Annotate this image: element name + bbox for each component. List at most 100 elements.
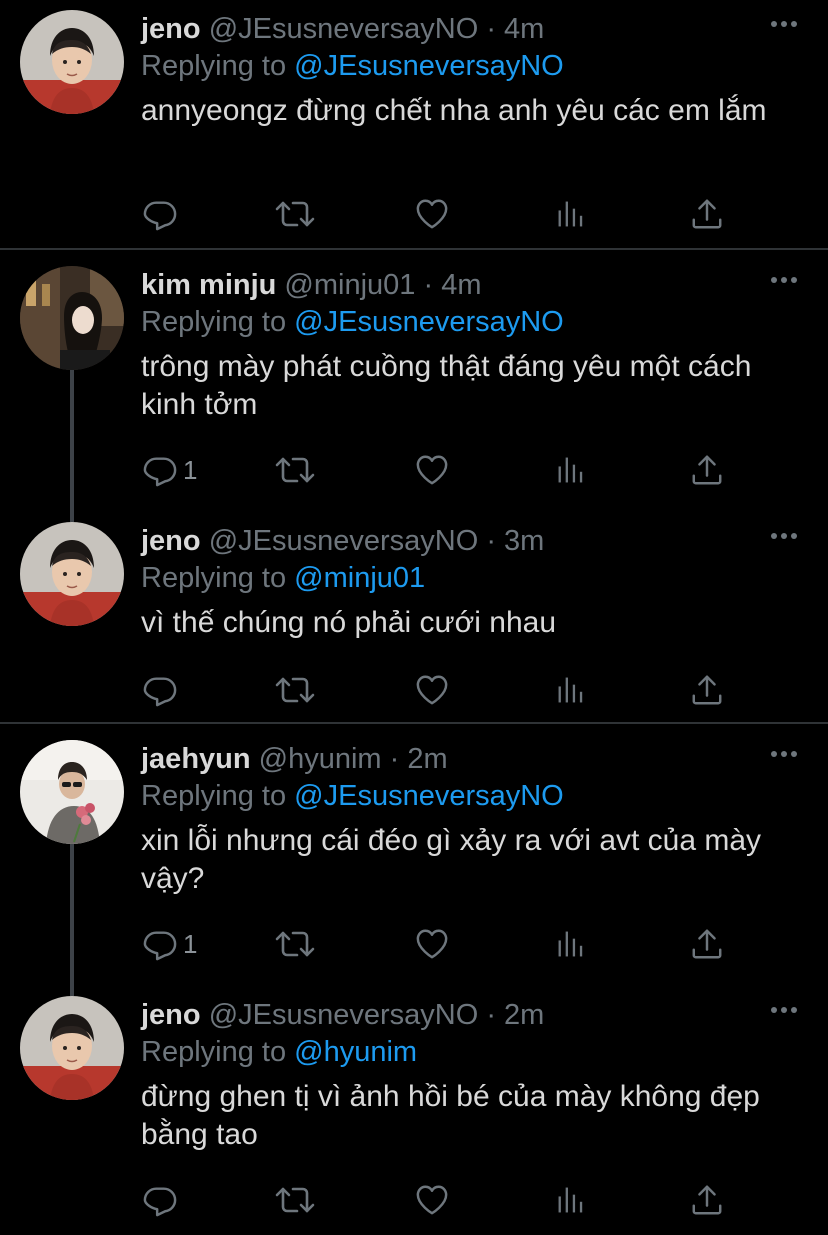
reply-icon: [143, 673, 177, 707]
timestamp[interactable]: · 4m: [486, 13, 544, 45]
reply-button[interactable]: [143, 672, 183, 708]
more-icon[interactable]: [770, 272, 798, 282]
avatar[interactable]: [20, 996, 124, 1100]
heart-icon: [415, 1183, 449, 1217]
heart-icon: [415, 673, 449, 707]
retweet-icon: [275, 672, 315, 708]
tweet-header: kim minju @minju01 · 4m: [141, 268, 768, 302]
analytics-button[interactable]: [555, 1182, 587, 1218]
tweet[interactable]: jeno @JEsusneversayNO · 4m Replying to @…: [0, 0, 828, 248]
timestamp[interactable]: · 2m: [390, 743, 448, 775]
display-name[interactable]: jeno: [141, 525, 201, 557]
handle[interactable]: @hyunim: [259, 743, 382, 775]
reply-icon: [143, 927, 177, 961]
tweet[interactable]: jeno @JEsusneversayNO · 2m Replying to @…: [0, 986, 828, 1235]
more-icon[interactable]: [770, 16, 798, 26]
thread-line: [70, 844, 74, 996]
replying-to: Replying to @JEsusneversayNO: [141, 48, 768, 84]
tweet-header: jeno @JEsusneversayNO · 3m: [141, 524, 768, 558]
replying-to-label: Replying to: [141, 1036, 287, 1068]
avatar[interactable]: [20, 522, 124, 626]
like-button[interactable]: [415, 672, 449, 708]
reply-count: 1: [183, 928, 198, 959]
handle[interactable]: @JEsusneversayNO: [209, 13, 479, 45]
display-name[interactable]: kim minju: [141, 269, 276, 301]
reply-icon: [143, 197, 177, 231]
mention-link[interactable]: @hyunim: [294, 1036, 417, 1068]
timestamp[interactable]: · 4m: [423, 269, 481, 301]
tweet[interactable]: jaehyun @hyunim · 2m Replying to @JEsusn…: [0, 730, 828, 996]
retweet-button[interactable]: [275, 1182, 315, 1218]
tweet-text: vì thế chúng nó phải cưới nhau: [141, 606, 557, 639]
retweet-button[interactable]: [275, 196, 315, 232]
reply-button[interactable]: [143, 1182, 183, 1218]
display-name[interactable]: jaehyun: [141, 743, 251, 775]
analytics-button[interactable]: [555, 672, 587, 708]
tweet-header: jaehyun @hyunim · 2m: [141, 742, 768, 776]
share-icon: [690, 1183, 724, 1217]
reply-button[interactable]: 1: [143, 452, 197, 488]
retweet-icon: [275, 196, 315, 232]
retweet-icon: [275, 452, 315, 488]
share-button[interactable]: [690, 1182, 724, 1218]
tweet[interactable]: kim minju @minju01 · 4m Replying to @JEs…: [0, 256, 828, 522]
reply-button[interactable]: 1: [143, 926, 197, 962]
retweet-button[interactable]: [275, 452, 315, 488]
analytics-icon: [555, 673, 587, 707]
replying-to: Replying to @JEsusneversayNO: [141, 304, 768, 340]
share-button[interactable]: [690, 452, 724, 488]
like-button[interactable]: [415, 452, 449, 488]
avatar[interactable]: [20, 10, 124, 114]
handle[interactable]: @JEsusneversayNO: [209, 525, 479, 557]
heart-icon: [415, 197, 449, 231]
analytics-button[interactable]: [555, 196, 587, 232]
thread-line: [70, 370, 74, 522]
reply-button[interactable]: [143, 196, 183, 232]
timestamp[interactable]: · 3m: [486, 525, 544, 557]
avatar[interactable]: [20, 740, 124, 844]
mention-link[interactable]: @JEsusneversayNO: [294, 50, 564, 82]
analytics-icon: [555, 1183, 587, 1217]
reply-icon: [143, 1183, 177, 1217]
action-bar: 1: [141, 452, 741, 488]
action-bar: [141, 196, 741, 232]
analytics-button[interactable]: [555, 452, 587, 488]
more-icon[interactable]: [770, 528, 798, 538]
analytics-icon: [555, 197, 587, 231]
retweet-button[interactable]: [275, 672, 315, 708]
mention-link[interactable]: @minju01: [294, 562, 425, 594]
share-icon: [690, 927, 724, 961]
handle[interactable]: @JEsusneversayNO: [209, 999, 479, 1031]
reply-count: 1: [183, 454, 198, 485]
avatar[interactable]: [20, 266, 124, 370]
share-icon: [690, 453, 724, 487]
display-name[interactable]: jeno: [141, 13, 201, 45]
tweet[interactable]: jeno @JEsusneversayNO · 3m Replying to @…: [0, 512, 828, 722]
mention-link[interactable]: @JEsusneversayNO: [294, 306, 564, 338]
like-button[interactable]: [415, 196, 449, 232]
share-button[interactable]: [690, 672, 724, 708]
display-name[interactable]: jeno: [141, 999, 201, 1031]
retweet-icon: [275, 1182, 315, 1218]
mention-link[interactable]: @JEsusneversayNO: [294, 780, 564, 812]
handle[interactable]: @minju01: [284, 269, 415, 301]
divider: [0, 248, 828, 250]
action-bar: 1: [141, 926, 741, 962]
timestamp[interactable]: · 2m: [486, 999, 544, 1031]
like-button[interactable]: [415, 926, 449, 962]
retweet-button[interactable]: [275, 926, 315, 962]
more-icon[interactable]: [770, 1002, 798, 1012]
like-button[interactable]: [415, 1182, 449, 1218]
share-button[interactable]: [690, 926, 724, 962]
analytics-icon: [555, 453, 587, 487]
share-icon: [690, 673, 724, 707]
tweet-text: annyeongz đừng chết nha anh yêu các em l…: [141, 94, 767, 127]
more-icon[interactable]: [770, 746, 798, 756]
action-bar: [141, 1182, 741, 1218]
share-button[interactable]: [690, 196, 724, 232]
analytics-icon: [555, 927, 587, 961]
retweet-icon: [275, 926, 315, 962]
analytics-button[interactable]: [555, 926, 587, 962]
tweet-text: trông mày phát cuồng thật đáng yêu một c…: [141, 350, 752, 421]
reply-icon: [143, 453, 177, 487]
